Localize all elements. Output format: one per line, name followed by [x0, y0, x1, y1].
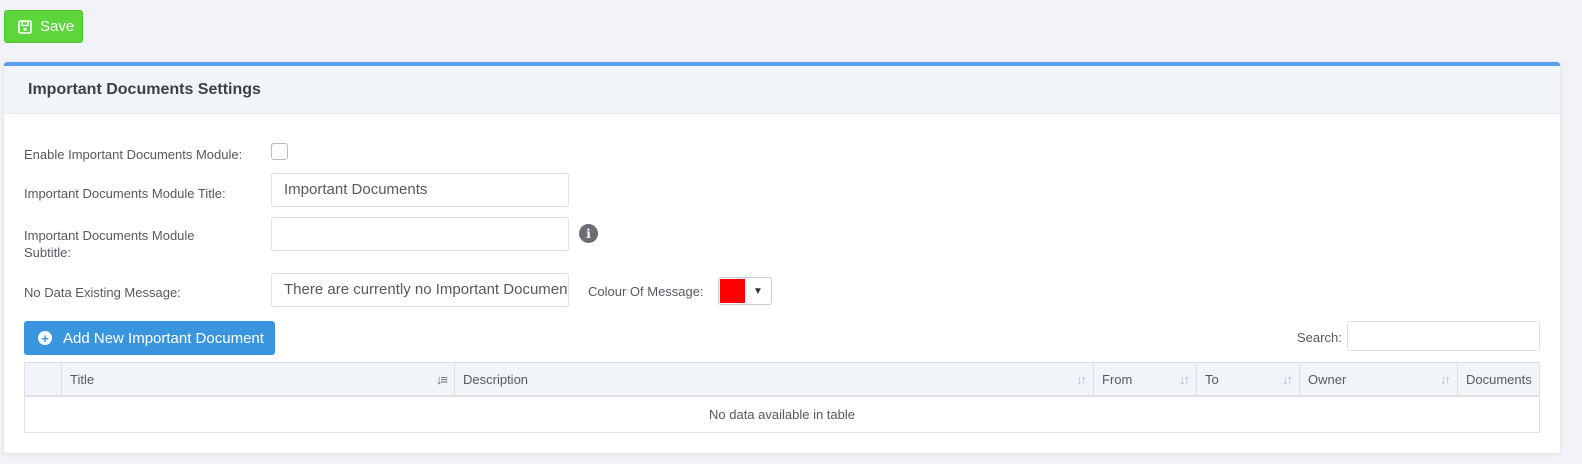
column-header-owner[interactable]: Owner ↓↑ — [1300, 363, 1458, 395]
no-data-message-label: No Data Existing Message: — [24, 285, 181, 300]
add-new-document-label: Add New Important Document — [63, 329, 264, 347]
module-title-input[interactable]: Important Documents — [271, 173, 569, 207]
colour-picker[interactable]: ▼ — [718, 277, 772, 305]
sort-icon: ↓↑ — [1440, 372, 1451, 387]
column-header-documents-label: Documents — [1466, 371, 1532, 387]
column-header-from[interactable]: From ↓↑ — [1094, 363, 1197, 395]
enable-module-checkbox[interactable] — [271, 143, 288, 160]
search-input[interactable] — [1347, 321, 1540, 351]
documents-table: Title ↓≡ Description ↓↑ From ↓↑ To ↓↑ Ow… — [24, 362, 1540, 433]
module-subtitle-label: Important Documents Module Subtitle: — [24, 227, 195, 261]
no-data-message-input[interactable]: There are currently no Important Documen… — [271, 273, 569, 307]
module-subtitle-label-line1: Important Documents Module — [24, 228, 195, 243]
info-icon[interactable]: i — [579, 224, 598, 243]
colour-swatch — [720, 279, 745, 303]
table-empty-row: No data available in table — [709, 407, 855, 422]
column-header-select — [25, 363, 62, 395]
save-button[interactable]: Save — [4, 10, 83, 43]
column-header-title[interactable]: Title ↓≡ — [62, 363, 455, 395]
save-button-label: Save — [40, 18, 75, 35]
column-header-owner-label: Owner — [1308, 371, 1347, 387]
sort-icon: ↓↑ — [1282, 372, 1293, 387]
floppy-disk-icon — [18, 19, 32, 34]
search-label: Search: — [1297, 330, 1342, 345]
column-header-to[interactable]: To ↓↑ — [1197, 363, 1300, 395]
column-header-description[interactable]: Description ↓↑ — [455, 363, 1094, 395]
sort-icon: ↓↑ — [1076, 372, 1087, 387]
sort-ascending-icon: ↓≡ — [435, 372, 448, 387]
column-header-description-label: Description — [463, 371, 529, 387]
settings-panel: Important Documents Settings Enable Impo… — [4, 62, 1560, 453]
column-header-to-label: To — [1205, 371, 1219, 387]
column-header-from-label: From — [1102, 371, 1133, 387]
column-header-title-label: Title — [70, 371, 95, 387]
enable-module-label: Enable Important Documents Module: — [24, 147, 243, 162]
caret-down-icon: ▼ — [753, 285, 763, 297]
colour-of-message-label: Colour Of Message: — [588, 284, 704, 299]
plus-circle-icon: + — [38, 331, 52, 345]
module-subtitle-input[interactable] — [271, 217, 569, 251]
module-title-label: Important Documents Module Title: — [24, 186, 226, 201]
panel-title: Important Documents Settings — [28, 80, 261, 98]
panel-header: Important Documents Settings — [4, 66, 1560, 114]
column-header-documents[interactable]: Documents — [1458, 363, 1539, 395]
add-new-document-button[interactable]: + Add New Important Document — [24, 321, 275, 355]
sort-icon: ↓↑ — [1179, 372, 1190, 387]
module-subtitle-label-line2: Subtitle: — [24, 245, 71, 260]
table-header: Title ↓≡ Description ↓↑ From ↓↑ To ↓↑ Ow… — [25, 363, 1539, 397]
